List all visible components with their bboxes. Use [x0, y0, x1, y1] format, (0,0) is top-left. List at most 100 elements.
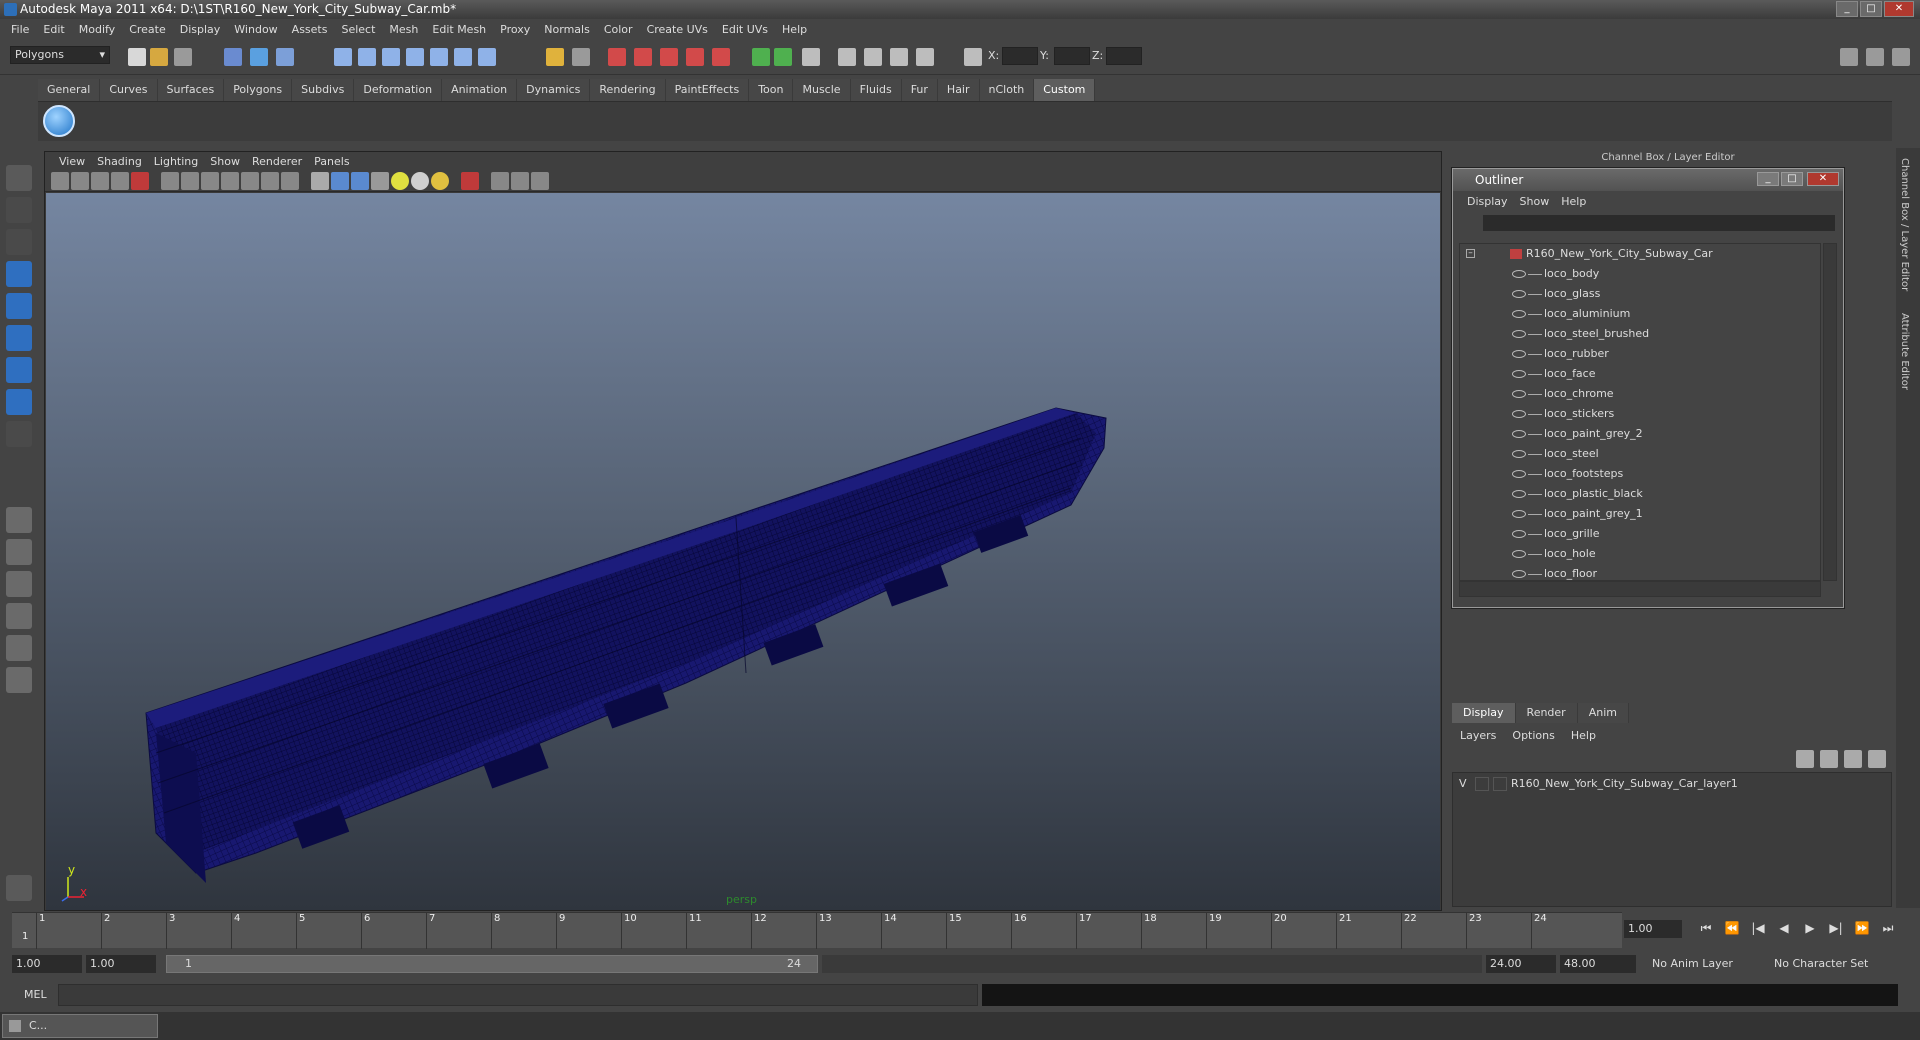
select-component-icon[interactable] [276, 48, 294, 66]
minimize-button[interactable]: _ [1836, 1, 1858, 17]
time-slider[interactable]: 1 2 3 4 5 6 7 8 9 10 11 12 13 14 15 16 17 18 19 20 21 22 23 24 1 [12, 912, 1622, 949]
menu-file[interactable]: File [4, 23, 36, 36]
default-lighting-icon[interactable] [391, 172, 409, 190]
hypershade-layout-icon[interactable] [6, 667, 32, 693]
step-forward-frame-button[interactable]: ▶| [1826, 918, 1846, 938]
menu-normals[interactable]: Normals [537, 23, 597, 36]
go-to-end-button[interactable]: ⏭ [1878, 918, 1898, 938]
outliner-vertical-scrollbar[interactable] [1823, 243, 1837, 581]
snap-point-icon[interactable] [382, 48, 400, 66]
menu-edit-mesh[interactable]: Edit Mesh [425, 23, 493, 36]
render-icon[interactable] [608, 48, 626, 66]
select-hierarchy-icon[interactable] [224, 48, 242, 66]
film-gate-icon[interactable] [181, 172, 199, 190]
shadows-icon[interactable] [431, 172, 449, 190]
xray-components-icon[interactable] [531, 172, 549, 190]
shelf-tab-dynamics[interactable]: Dynamics [517, 79, 591, 101]
new-layer-icon[interactable] [1796, 750, 1814, 768]
question-icon[interactable] [478, 48, 496, 66]
hypershade-icon[interactable] [686, 48, 704, 66]
sidebar-toggle-icon[interactable] [802, 48, 820, 66]
transform-mode-icon[interactable] [964, 48, 982, 66]
maximize-button[interactable]: □ [1860, 1, 1882, 17]
close-button[interactable]: ✕ [1884, 1, 1914, 17]
z-coord-field[interactable] [1106, 47, 1142, 65]
y-coord-field[interactable] [1054, 47, 1090, 65]
mel-input[interactable] [58, 984, 978, 1006]
channel-box-icon[interactable] [890, 48, 908, 66]
shelf-tab-polygons[interactable]: Polygons [224, 79, 293, 101]
scale-tool-icon[interactable] [6, 325, 32, 351]
step-forward-key-button[interactable]: ⏩ [1852, 918, 1872, 938]
manipulator-tool-icon[interactable] [6, 357, 32, 383]
viewport-menu-shading[interactable]: Shading [91, 155, 148, 168]
viewport-menu-show[interactable]: Show [204, 155, 246, 168]
x-coord-field[interactable] [1002, 47, 1038, 65]
viewport-menu-lighting[interactable]: Lighting [148, 155, 204, 168]
shelf-tab-hair[interactable]: Hair [937, 79, 980, 101]
save-scene-icon[interactable] [174, 48, 192, 66]
minimized-window-item[interactable]: C... [2, 1014, 158, 1038]
outliner-close-button[interactable]: ✕ [1807, 172, 1839, 186]
shelf-tab-fur[interactable]: Fur [901, 79, 938, 101]
shelf-tab-rendering[interactable]: Rendering [590, 79, 666, 101]
menu-select[interactable]: Select [334, 23, 382, 36]
character-set-selector[interactable]: No Character Set [1770, 955, 1888, 973]
all-lights-icon[interactable] [411, 172, 429, 190]
input-ops-icon[interactable] [774, 48, 792, 66]
layer-menu-options[interactable]: Options [1504, 729, 1562, 742]
current-time-field[interactable]: 1.00 [1624, 920, 1682, 938]
shelf-tab-general[interactable]: General [38, 79, 101, 101]
side-tab-channel-box[interactable]: Channel Box / Layer Editor [1899, 158, 1910, 291]
persp-graph-layout-icon[interactable] [6, 603, 32, 629]
menu-color[interactable]: Color [597, 23, 640, 36]
mel-label[interactable]: MEL [24, 988, 47, 1001]
play-backwards-button[interactable]: ◀ [1774, 918, 1794, 938]
shelf-tab-subdivs[interactable]: Subdivs [292, 79, 355, 101]
outliner-menu-display[interactable]: Display [1461, 195, 1514, 208]
range-slider[interactable]: 1 24 [166, 955, 818, 973]
image-plane-icon[interactable] [111, 172, 129, 190]
shelf-tab-ncloth[interactable]: nCloth [979, 79, 1035, 101]
render-settings-icon[interactable] [660, 48, 678, 66]
xray-joints-icon[interactable] [511, 172, 529, 190]
rotate-tool-icon[interactable] [6, 293, 32, 319]
tool-settings-icon[interactable] [864, 48, 882, 66]
layer-visibility-toggle[interactable]: V [1459, 775, 1473, 793]
shelf-tab-painteffects[interactable]: PaintEffects [665, 79, 750, 101]
paint-select-tool-icon[interactable] [6, 229, 32, 255]
viewport-menu-panels[interactable]: Panels [308, 155, 355, 168]
isolate-select-icon[interactable] [461, 172, 479, 190]
outliner-persp-layout-icon[interactable] [6, 571, 32, 597]
shelf-tab-muscle[interactable]: Muscle [793, 79, 851, 101]
shelf-tab-curves[interactable]: Curves [100, 79, 158, 101]
textured-icon[interactable] [371, 172, 389, 190]
new-layer-selected-icon[interactable] [1820, 750, 1838, 768]
custom-shelf-check-icon[interactable] [43, 105, 75, 137]
shelf-tab-fluids[interactable]: Fluids [850, 79, 902, 101]
anim-layer-selector[interactable]: No Anim Layer [1648, 955, 1758, 973]
play-forwards-button[interactable]: ▶ [1800, 918, 1820, 938]
select-object-icon[interactable] [250, 48, 268, 66]
input-line-icon[interactable] [752, 48, 770, 66]
layer-menu-help[interactable]: Help [1563, 729, 1604, 742]
shelf-tab-animation[interactable]: Animation [442, 79, 518, 101]
field-chart-icon[interactable] [241, 172, 259, 190]
xray-icon[interactable] [491, 172, 509, 190]
menu-proxy[interactable]: Proxy [493, 23, 537, 36]
soft-mod-tool-icon[interactable] [6, 389, 32, 415]
wireframe-icon[interactable] [311, 172, 329, 190]
single-perspective-layout-icon[interactable] [6, 507, 32, 533]
scene-start-field[interactable]: 1.00 [12, 955, 82, 973]
shelf-tab-custom[interactable]: Custom [1034, 79, 1096, 101]
layer-tab-render[interactable]: Render [1515, 703, 1578, 723]
make-live-icon[interactable] [430, 48, 448, 66]
outliner-tree[interactable]: – R160_New_York_City_Subway_Car loco_bod… [1459, 243, 1821, 581]
side-tab-attribute-editor[interactable]: Attribute Editor [1899, 313, 1910, 390]
menu-help[interactable]: Help [775, 23, 814, 36]
two-d-pan-icon[interactable] [131, 172, 149, 190]
move-tool-icon[interactable] [6, 261, 32, 287]
layer-tab-anim[interactable]: Anim [1577, 703, 1629, 723]
outliner-graph-layout-icon[interactable] [6, 635, 32, 661]
shelf-tab-surfaces[interactable]: Surfaces [157, 79, 225, 101]
